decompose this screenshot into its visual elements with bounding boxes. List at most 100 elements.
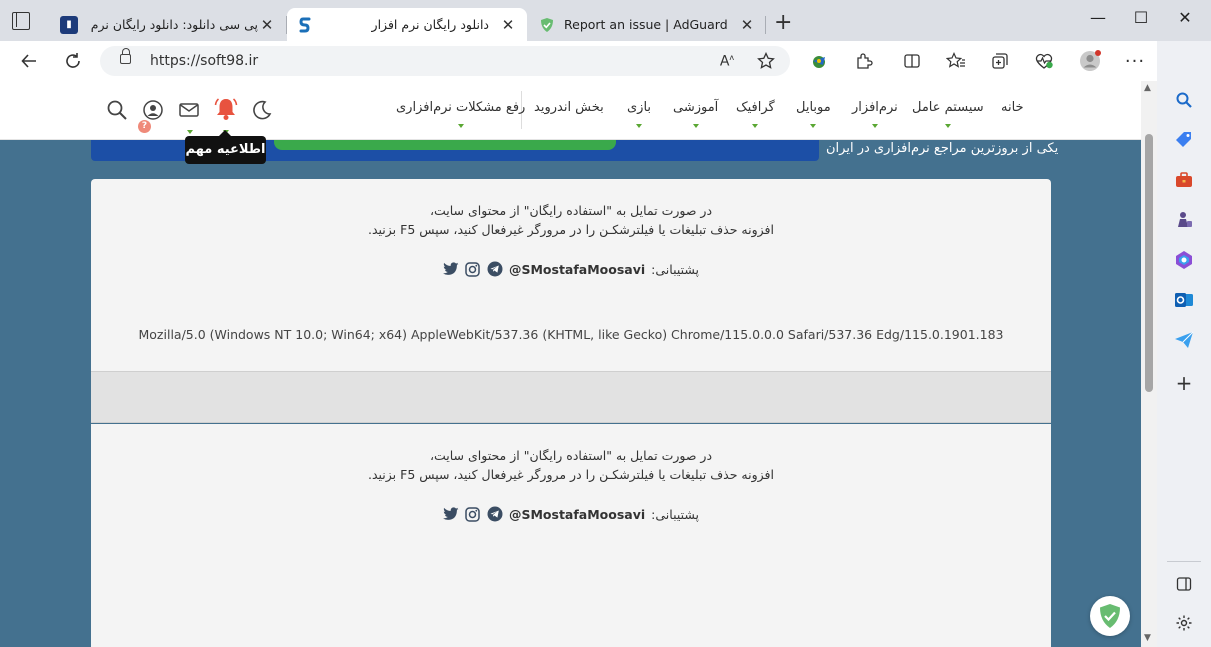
instagram-icon[interactable] — [465, 506, 481, 522]
split-screen-icon[interactable] — [899, 49, 925, 73]
new-tab-button[interactable]: + — [774, 12, 792, 34]
chevron-down-icon — [810, 124, 817, 128]
tab-adguard-report[interactable]: Report an issue | AdGuard ✕ — [528, 8, 766, 41]
tab-title: دانلود رایگان نرم افزار — [371, 17, 489, 32]
minimize-button[interactable]: — — [1076, 8, 1120, 34]
favorite-star-icon[interactable] — [753, 49, 779, 73]
address-url[interactable]: https://soft98.ir — [150, 53, 258, 69]
tab-pc-download[interactable]: ▮ پی سی دانلود: دانلود رایگان نرم افزا ✕ — [50, 8, 286, 41]
scroll-down-icon[interactable]: ▼ — [1144, 633, 1151, 643]
read-aloud-icon[interactable]: Aʌ — [714, 49, 740, 73]
add-icon[interactable]: + — [1174, 371, 1194, 395]
support-handle[interactable]: @SMostafaMoosavi — [509, 507, 645, 522]
search-icon[interactable] — [1174, 90, 1194, 110]
telegram-send-icon[interactable] — [1174, 330, 1194, 350]
scroll-up-icon[interactable]: ▲ — [1144, 83, 1151, 93]
nav-label: خانه — [1001, 100, 1024, 115]
edge-sidebar: + — [1157, 41, 1211, 647]
nav-label: سیستم عامل — [912, 100, 984, 115]
close-window-button[interactable]: ✕ — [1163, 8, 1207, 34]
shopping-tag-icon[interactable] — [1174, 130, 1194, 150]
microsoft365-icon[interactable] — [1174, 250, 1194, 270]
tab-close-icon[interactable]: ✕ — [258, 16, 276, 34]
tab-actions-icon[interactable] — [12, 12, 30, 30]
adguard-shield-icon — [1100, 604, 1120, 628]
refresh-icon[interactable] — [60, 49, 86, 73]
nav-label: موبایل — [796, 100, 831, 115]
tab-close-icon[interactable]: ✕ — [499, 16, 517, 34]
nav-home[interactable]: خانه — [1001, 100, 1024, 115]
soft98-favicon-icon — [297, 16, 315, 34]
address-bar[interactable]: https://soft98.ir Aʌ — [100, 46, 790, 76]
collections-icon[interactable] — [987, 49, 1013, 73]
nav-games[interactable]: بازی — [627, 100, 652, 128]
support-label: پشتیبانی: — [651, 261, 700, 277]
outlook-icon[interactable] — [1174, 290, 1194, 310]
performance-icon[interactable] — [1031, 49, 1057, 73]
nav-troubleshooting[interactable]: رفع مشکلات نرم‌افزاری — [396, 100, 526, 128]
browser-toolbar: https://soft98.ir Aʌ ··· — [0, 41, 1211, 81]
chevron-down-icon — [692, 124, 699, 128]
notice-line-2: افزونه حذف تبلیغات یا فیلترشکـن را در مر… — [368, 467, 774, 482]
extensions-icon[interactable] — [851, 49, 877, 73]
search-icon[interactable] — [106, 99, 128, 121]
nav-mobile[interactable]: موبایل — [796, 100, 831, 128]
nav-label: بازی — [627, 100, 652, 115]
nav-label: نرم‌افزار — [852, 100, 898, 115]
back-icon[interactable] — [16, 49, 42, 73]
tab-close-icon[interactable]: ✕ — [738, 16, 756, 34]
lock-icon[interactable] — [120, 48, 131, 64]
sidebar-layout-icon[interactable] — [1174, 574, 1194, 594]
games-icon[interactable] — [1174, 210, 1194, 230]
tools-icon[interactable] — [1174, 170, 1194, 190]
nav-label: گرافیک — [736, 100, 775, 115]
notice-line-1: در صورت تمایل به "استفاده رایگان" از محت… — [429, 203, 713, 218]
notification-tooltip: اطلاعیه مهم — [185, 130, 266, 164]
profile-icon[interactable] — [1077, 49, 1103, 73]
promo-banner-button[interactable] — [274, 140, 616, 150]
twitter-icon[interactable] — [442, 506, 459, 522]
page-scrollbar[interactable]: ▲ ▼ — [1141, 81, 1157, 647]
page-viewport: یکی از بروزترین مراجع نرم‌افزاری در ایرا… — [0, 81, 1157, 647]
tab-title: پی سی دانلود: دانلود رایگان نرم افزا — [86, 17, 258, 32]
site-tagline: یکی از بروزترین مراجع نرم‌افزاری در ایرا… — [826, 141, 1059, 156]
scrollbar-thumb[interactable] — [1145, 134, 1153, 392]
adblock-notice-card: در صورت تمایل به "استفاده رایگان" از محت… — [91, 424, 1051, 647]
notice-line-2: افزونه حذف تبلیغات یا فیلترشکـن را در مر… — [368, 222, 774, 237]
nav-label: رفع مشکلات نرم‌افزاری — [396, 100, 526, 115]
tab-title: Report an issue | AdGuard — [564, 17, 728, 32]
maximize-button[interactable]: ☐ — [1119, 8, 1163, 34]
nav-operating-system[interactable]: سیستم عامل — [912, 100, 984, 128]
chevron-down-icon — [457, 124, 464, 128]
settings-icon[interactable] — [1174, 613, 1194, 633]
twitter-icon[interactable] — [442, 261, 459, 277]
chevron-down-icon — [636, 124, 643, 128]
nav-graphics[interactable]: گرافیک — [736, 100, 775, 128]
nav-label: آموزشی — [673, 100, 719, 115]
instagram-icon[interactable] — [465, 261, 481, 277]
ad-placeholder — [91, 371, 1051, 423]
user-icon[interactable] — [142, 99, 164, 121]
tab-soft98-active[interactable]: دانلود رایگان نرم افزار ✕ — [287, 8, 527, 41]
more-icon[interactable]: ··· — [1122, 49, 1148, 73]
nav-tutorials[interactable]: آموزشی — [673, 100, 719, 128]
telegram-icon[interactable] — [487, 506, 503, 522]
support-handle[interactable]: @SMostafaMoosavi — [509, 262, 645, 277]
support-row: @SMostafaMoosavi پشتیبانی: — [91, 261, 1051, 277]
chevron-down-icon — [944, 124, 951, 128]
nav-android[interactable]: بخش اندروید — [534, 100, 604, 115]
adblock-notice-card: در صورت تمایل به "استفاده رایگان" از محت… — [91, 179, 1051, 371]
extension-idm-icon[interactable] — [806, 49, 832, 73]
mail-icon[interactable] — [178, 99, 200, 121]
nav-software[interactable]: نرم‌افزار — [852, 100, 898, 128]
adguard-shield-button[interactable] — [1090, 596, 1130, 636]
moon-icon[interactable] — [251, 99, 273, 121]
adguard-favicon-icon — [538, 16, 556, 34]
tab-strip: ▮ پی سی دانلود: دانلود رایگان نرم افزا ✕… — [0, 0, 1211, 41]
bell-icon[interactable] — [213, 96, 239, 122]
chevron-down-icon — [752, 124, 759, 128]
telegram-icon[interactable] — [487, 261, 503, 277]
chevron-down-icon — [871, 124, 878, 128]
favorites-icon[interactable] — [943, 49, 969, 73]
sidebar-divider — [1167, 561, 1201, 562]
